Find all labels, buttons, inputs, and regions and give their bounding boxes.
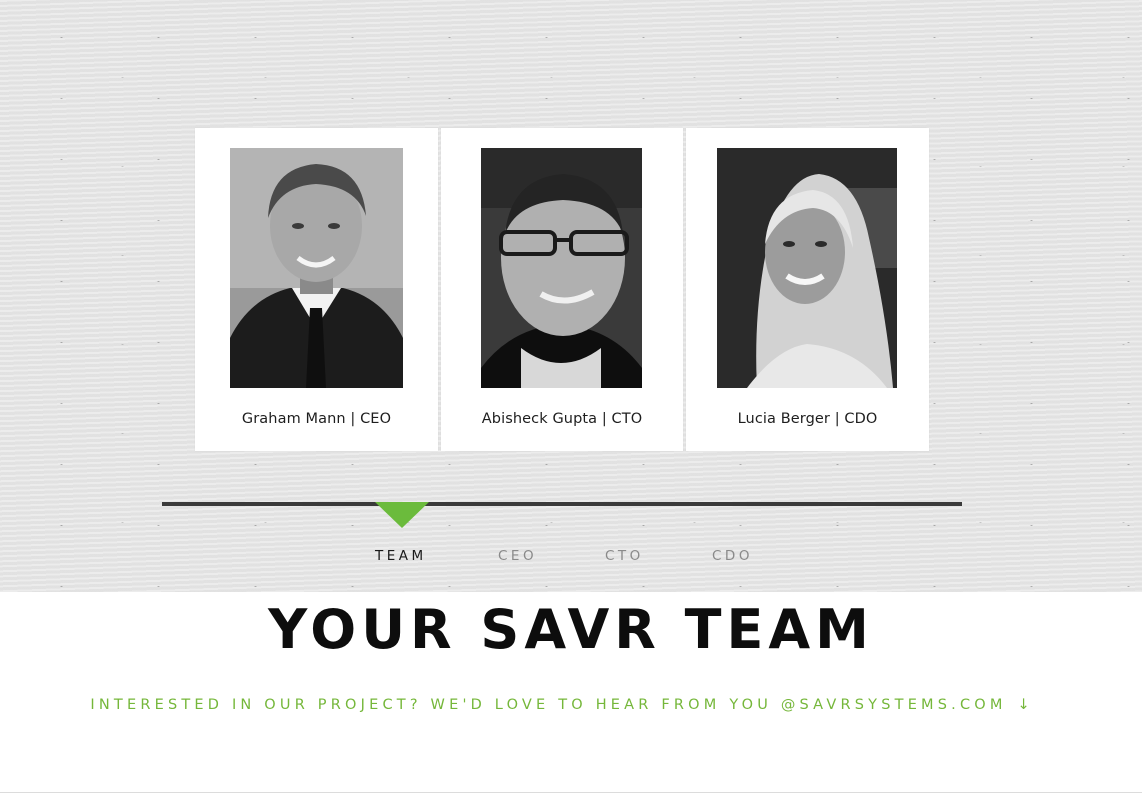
- timeline-track: [162, 502, 962, 506]
- contact-text[interactable]: INTERESTED IN OUR PROJECT? WE'D LOVE TO …: [90, 697, 1006, 713]
- timeline-item-ceo[interactable]: CEO: [498, 548, 537, 564]
- portrait-photo: [481, 148, 642, 388]
- bottom-divider: [0, 792, 1142, 793]
- section-title: YOUR SAVR TEAM: [268, 598, 874, 661]
- down-arrow-icon: ↓: [1017, 697, 1030, 713]
- contact-link[interactable]: INTERESTED IN OUR PROJECT? WE'D LOVE TO …: [0, 697, 1120, 713]
- member-name: Lucia Berger | CDO: [737, 411, 878, 427]
- portrait-photo: [230, 148, 403, 388]
- timeline-item-cto[interactable]: CTO: [605, 548, 644, 564]
- team-card-graham: Graham Mann | CEO: [195, 128, 438, 451]
- member-name: Abisheck Gupta | CTO: [481, 411, 643, 427]
- team-card-abisheck: Abisheck Gupta | CTO: [441, 128, 683, 451]
- timeline-item-cdo[interactable]: CDO: [712, 548, 753, 564]
- timeline-marker-icon: [375, 502, 429, 528]
- portrait-photo: [717, 148, 897, 388]
- timeline-item-team[interactable]: TEAM: [375, 548, 427, 564]
- member-name: Graham Mann | CEO: [241, 411, 392, 427]
- team-card-lucia: Lucia Berger | CDO: [686, 128, 929, 451]
